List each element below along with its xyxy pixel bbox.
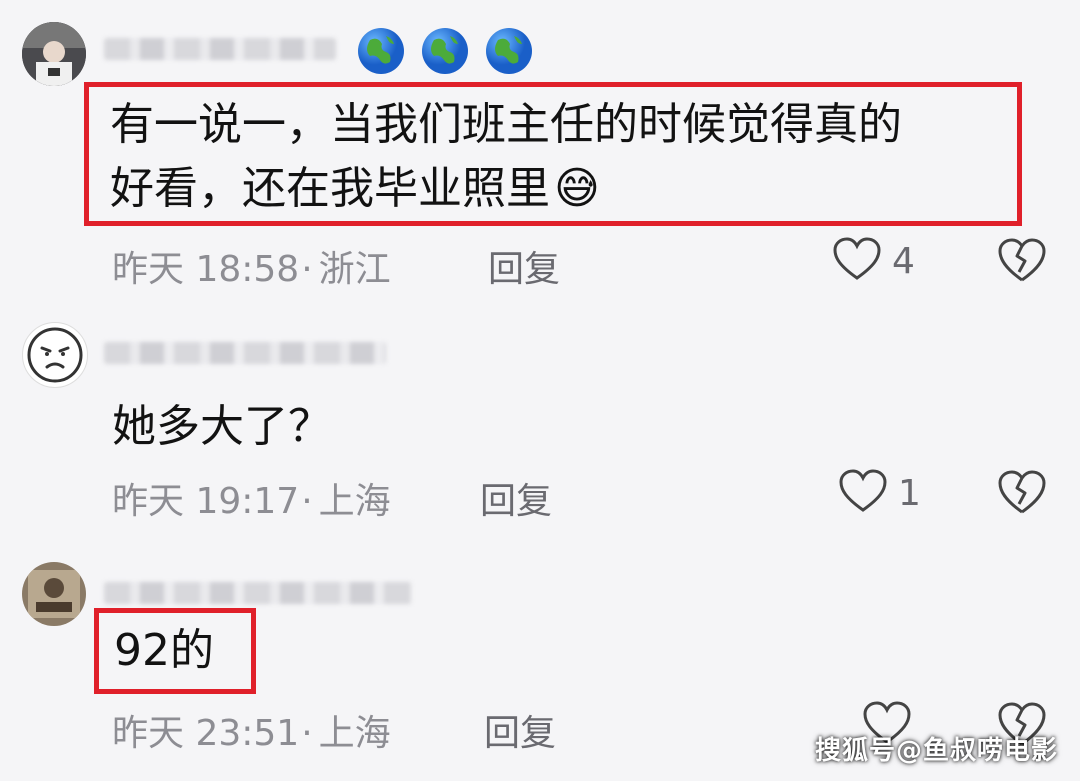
badge-icons [356, 26, 534, 80]
globe-icon [356, 26, 406, 80]
comment-text-line2: 好看，还在我毕业照里😅 [110, 158, 600, 220]
broken-heart-icon [996, 470, 1048, 520]
comment-text: 92的 [114, 625, 214, 676]
comment-meta: 昨天 18:58· 浙江 [112, 249, 391, 290]
comment-meta: 昨天 19:17· 上海 [112, 481, 391, 522]
comment-1: 有一说一，当我们班主任的时候觉得真的 好看，还在我毕业照里😅 昨天 18:58·… [0, 0, 1080, 300]
globe-icon [420, 26, 470, 80]
like-count: 1 [898, 472, 921, 514]
comment-text: 她多大了？ [112, 401, 332, 452]
comment-text-line2-content: 好看，还在我毕业照里 [110, 163, 550, 214]
comment-location: 上海 [318, 713, 391, 754]
avatar[interactable] [22, 22, 86, 86]
avatar[interactable] [22, 322, 88, 388]
comment-location: 浙江 [318, 249, 391, 290]
comment-date: 昨天 [112, 249, 185, 290]
username-redacted[interactable] [104, 582, 412, 604]
comment-location: 上海 [318, 481, 391, 522]
comment-text-line1: 有一说一，当我们班主任的时候觉得真的 [110, 99, 902, 150]
comment-time: 18:58 [195, 249, 300, 290]
reply-button[interactable]: 回复 [480, 472, 552, 524]
username-redacted[interactable] [104, 342, 386, 364]
comment-time: 23:51 [195, 713, 300, 754]
like-button[interactable]: 1 [838, 468, 921, 518]
comment-2: 她多大了？ 昨天 19:17· 上海 回复 1 [0, 300, 1080, 540]
comment-meta: 昨天 23:51· 上海 [112, 713, 391, 754]
watermark: 搜狐号@鱼叔唠电影 [814, 736, 1058, 766]
heart-icon [838, 468, 888, 518]
like-count: 4 [892, 240, 915, 282]
dislike-button[interactable] [996, 468, 1048, 520]
avatar[interactable] [22, 562, 86, 626]
heart-icon [832, 236, 882, 286]
grin-sweat-emoji: 😅 [554, 163, 600, 214]
globe-icon [484, 26, 534, 80]
reply-button[interactable]: 回复 [488, 240, 560, 292]
broken-heart-icon [996, 238, 1048, 288]
comment-time: 19:17 [195, 481, 300, 522]
username-redacted[interactable] [104, 38, 336, 60]
comment-date: 昨天 [112, 713, 185, 754]
like-button[interactable]: 4 [832, 236, 915, 286]
comment-date: 昨天 [112, 481, 185, 522]
reply-button[interactable]: 回复 [484, 704, 556, 756]
dislike-button[interactable] [996, 236, 1048, 288]
